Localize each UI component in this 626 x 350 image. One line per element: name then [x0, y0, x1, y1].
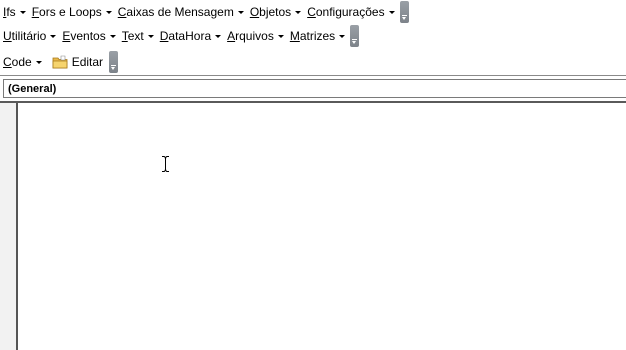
menu-label: Utilitário — [3, 29, 47, 43]
menu-ifs[interactable]: Ifs — [0, 2, 29, 22]
chevron-down-icon — [237, 11, 244, 14]
menu-label: Objetos — [249, 5, 292, 19]
toolbar-row-2: Utilitário Eventos Text DataHora Arquivo… — [0, 24, 360, 48]
chevron-down-icon — [19, 11, 26, 14]
chevron-down-icon — [105, 11, 112, 14]
menu-label: Eventos — [62, 29, 106, 43]
menu-caixas-de-mensagem[interactable]: Caixas de Mensagem — [115, 2, 247, 22]
menu-label: DataHora — [159, 29, 212, 43]
toolbar-overflow-grip-icon[interactable] — [399, 1, 409, 23]
editor-gutter — [0, 103, 18, 350]
menu-objetos[interactable]: Objetos — [247, 2, 304, 22]
menu-utilitario[interactable]: Utilitário — [0, 26, 59, 46]
menu-configuracoes[interactable]: Configurações — [304, 2, 397, 22]
chevron-down-icon — [50, 35, 57, 38]
toolbar-separator — [0, 75, 626, 76]
menu-label: Arquivos — [227, 29, 274, 43]
object-combo-value: (General) — [8, 82, 57, 95]
chevron-down-icon — [277, 35, 284, 38]
toolbar-overflow-grip-icon[interactable] — [109, 51, 119, 73]
toolbar-row-3: Code Editar — [0, 50, 119, 74]
menu-text[interactable]: Text — [119, 26, 157, 46]
chevron-down-icon — [388, 11, 395, 14]
chevron-down-icon — [147, 35, 154, 38]
folder-icon — [52, 55, 68, 69]
menu-label: Fors e Loops — [31, 5, 102, 19]
menu-fors-e-loops[interactable]: Fors e Loops — [29, 2, 115, 22]
i-beam-cursor-icon — [162, 156, 169, 172]
chevron-down-icon — [215, 35, 222, 38]
menu-label: Ifs — [3, 5, 16, 19]
menu-label: Matrizes — [289, 29, 336, 43]
toolbar-overflow-grip-icon[interactable] — [350, 25, 360, 47]
menu-label: Caixas de Mensagem — [117, 5, 234, 19]
menu-arquivos[interactable]: Arquivos — [224, 26, 287, 46]
chevron-down-icon — [295, 11, 302, 14]
object-combo-box[interactable]: (General) — [3, 79, 626, 98]
editar-button[interactable]: Editar — [45, 52, 107, 72]
chevron-down-icon — [339, 35, 346, 38]
menu-label: Text — [121, 29, 144, 43]
toolbar-row-1: Ifs Fors e Loops Caixas de Mensagem Obje… — [0, 0, 409, 24]
code-editor[interactable] — [0, 101, 626, 350]
editar-label: Editar — [71, 55, 104, 69]
chevron-down-icon — [35, 61, 42, 64]
menu-eventos[interactable]: Eventos — [59, 26, 118, 46]
menu-label: Code — [3, 55, 32, 69]
menu-label: Configurações — [307, 5, 385, 19]
menu-code[interactable]: Code — [0, 52, 45, 72]
menu-matrizes[interactable]: Matrizes — [287, 26, 348, 46]
chevron-down-icon — [109, 35, 116, 38]
menu-datahora[interactable]: DataHora — [157, 26, 224, 46]
